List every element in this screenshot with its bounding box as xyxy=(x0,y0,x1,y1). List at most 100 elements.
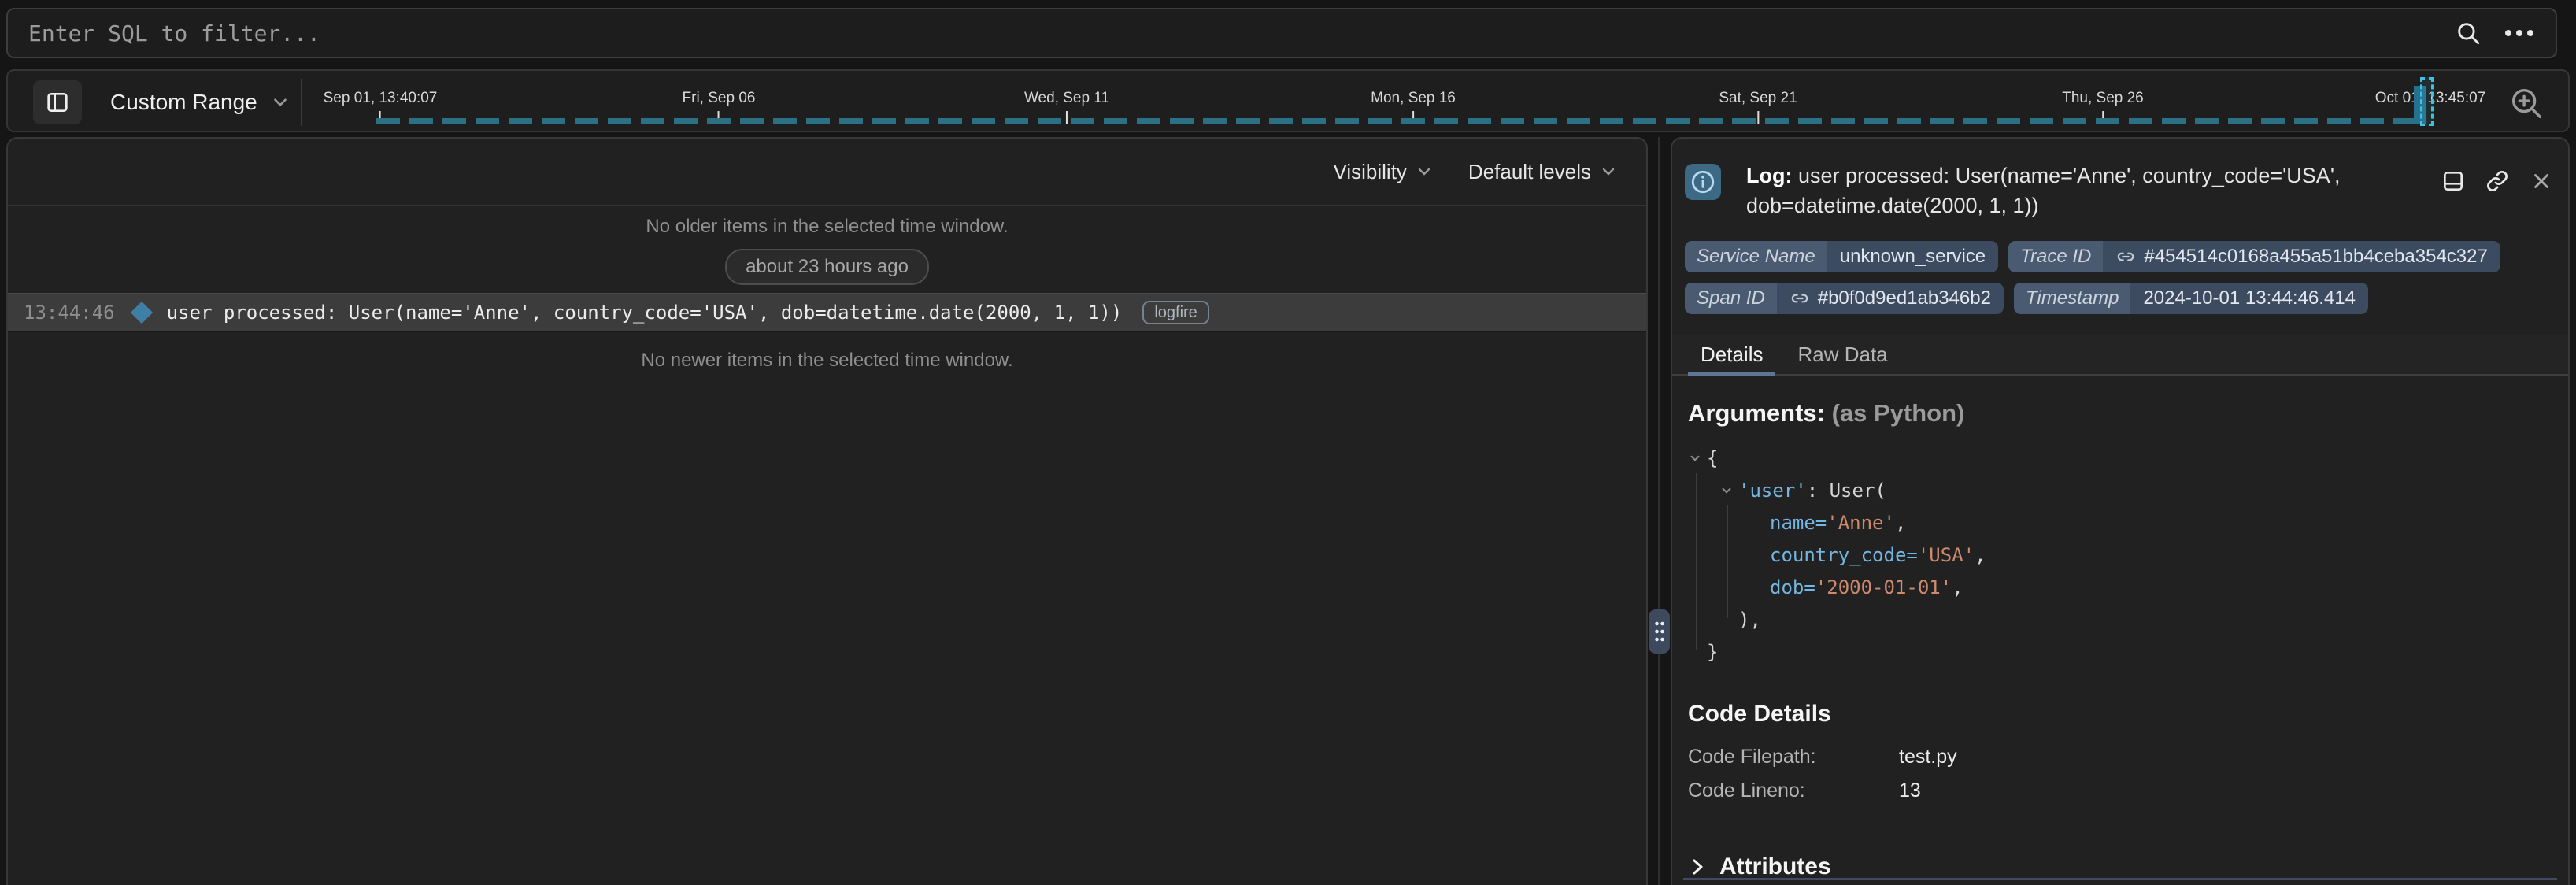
code-detail-value: test.py xyxy=(1899,746,1957,768)
span-badge[interactable]: Timestamp2024-10-01 13:44:46.414 xyxy=(2014,283,2368,314)
timeline-histogram-baseline xyxy=(376,118,2414,124)
default-levels-dropdown[interactable]: Default levels xyxy=(1468,160,1618,184)
span-badge[interactable]: Service Nameunknown_service xyxy=(1685,241,1998,272)
detail-content: Arguments: (as Python) {'user': User(nam… xyxy=(1685,376,2556,880)
chevron-down-icon xyxy=(270,92,291,113)
code-segment-string: 'USA' xyxy=(1918,544,1975,566)
time-range-selector[interactable]: Custom Range xyxy=(110,71,291,134)
timeline-tick-label: Wed, Sep 11 xyxy=(1024,90,1109,107)
sql-filter-input[interactable]: Enter SQL to filter... xyxy=(6,8,2557,58)
code-segment-key: name= xyxy=(1770,512,1827,534)
time-ago-pill[interactable]: about 23 hours ago xyxy=(725,249,929,285)
chevron-down-icon xyxy=(1599,162,1618,181)
visibility-dropdown[interactable]: Visibility xyxy=(1333,160,1433,184)
timeline-selection-region[interactable] xyxy=(2420,77,2434,126)
section-divider xyxy=(1683,878,2557,880)
code-line: { xyxy=(1688,442,2556,474)
code-line: country_code='USA', xyxy=(1688,539,2556,571)
log-row[interactable]: 13:44:46 user processed: User(name='Anne… xyxy=(8,293,1646,332)
code-details-rows: Code Filepath:test.pyCode Lineno:13 xyxy=(1688,740,2556,808)
sidebar-toggle-button[interactable] xyxy=(33,80,82,124)
default-levels-label: Default levels xyxy=(1468,160,1591,184)
close-icon[interactable] xyxy=(2527,167,2556,195)
span-badges: Service Nameunknown_service Trace ID#4545… xyxy=(1685,241,2535,314)
splitter-grip-handle[interactable] xyxy=(1649,609,1670,654)
indent-guide xyxy=(1696,473,1697,650)
span-badge[interactable]: Span ID#b0f0d9ed1ab346b2 xyxy=(1685,283,2004,314)
code-segment-punct: , xyxy=(1895,512,1906,534)
dock-bottom-icon[interactable] xyxy=(2439,167,2467,195)
tab-raw-data[interactable]: Raw Data xyxy=(1780,335,1904,374)
code-line: 'user': User( xyxy=(1688,474,2556,506)
detail-title-prefix: Log: xyxy=(1746,164,1792,187)
log-row-message: user processed: User(name='Anne', countr… xyxy=(167,302,1123,324)
arguments-subheading: (as Python) xyxy=(1832,399,1965,427)
log-list-body: No older items in the selected time wind… xyxy=(8,216,1646,372)
tree-collapse-chevron-icon[interactable] xyxy=(1688,451,1707,465)
timeline-tick-label: Sep 01, 13:40:07 xyxy=(324,90,438,107)
code-segment-key: country_code= xyxy=(1770,544,1918,566)
copy-link-icon[interactable] xyxy=(2483,167,2511,195)
code-detail-row: Code Lineno:13 xyxy=(1688,774,2556,808)
code-segment-punct: , xyxy=(1952,576,1963,598)
sql-filter-placeholder: Enter SQL to filter... xyxy=(28,20,2455,46)
code-segment-string: '2000-01-01' xyxy=(1815,576,1952,598)
code-segment-string: 'Anne' xyxy=(1827,512,1895,534)
timeline-tick-label: Sat, Sep 21 xyxy=(1719,90,1797,107)
splitter-line xyxy=(1658,137,1660,885)
code-segment-key: dob= xyxy=(1770,576,1815,598)
search-icon[interactable] xyxy=(2455,20,2482,46)
top-bar: Enter SQL to filter... xyxy=(0,0,2576,68)
code-line: } xyxy=(1688,635,2556,668)
timeline-tick-label: Fri, Sep 06 xyxy=(683,90,756,107)
log-row-timestamp: 13:44:46 xyxy=(24,302,115,324)
logfire-app: Enter SQL to filter... xyxy=(0,0,2576,885)
badge-value: unknown_service xyxy=(1827,241,1998,272)
code-segment-punct: : User( xyxy=(1807,480,1886,502)
panel-splitter[interactable] xyxy=(1648,137,1671,885)
attributes-section-toggle[interactable]: Attributes xyxy=(1688,854,2556,880)
log-list-panel: Visibility Default levels No older items… xyxy=(6,137,1648,885)
more-options-icon[interactable] xyxy=(2504,28,2535,38)
chevron-right-icon xyxy=(1688,856,1707,878)
log-row-tag[interactable]: logfire xyxy=(1142,301,1208,324)
span-badge[interactable]: Trace ID#454514c0168a455a51bb4ceba354c32… xyxy=(2008,241,2500,272)
code-line: dob='2000-01-01', xyxy=(1688,571,2556,603)
log-list-header: Visibility Default levels xyxy=(8,139,1646,206)
badge-label: Service Name xyxy=(1685,241,1827,272)
badge-value: #b0f0d9ed1ab346b2 xyxy=(1777,283,2004,314)
code-details-heading: Code Details xyxy=(1688,701,2556,728)
arguments-heading: Arguments: (as Python) xyxy=(1688,399,2556,428)
log-detail-panel: Log: user processed: User(name='Anne', c… xyxy=(1671,137,2570,885)
badge-value: 2024-10-01 13:44:46.414 xyxy=(2130,283,2368,314)
main-area: Visibility Default levels No older items… xyxy=(0,137,2576,885)
link-icon xyxy=(1790,288,1810,309)
tab-details[interactable]: Details xyxy=(1683,335,1780,374)
code-segment-punct: { xyxy=(1707,447,1718,469)
timeline-bar: Custom Range Sep 01, 13:40:07 Fri, Sep 06… xyxy=(6,69,2570,132)
detail-header: Log: user processed: User(name='Anne', c… xyxy=(1685,161,2556,220)
indent-guide xyxy=(1727,505,1728,618)
timeline-tick-label: Mon, Sep 16 xyxy=(1371,90,1456,107)
code-detail-label: Code Lineno: xyxy=(1688,779,1899,802)
badge-label: Timestamp xyxy=(2014,283,2130,314)
tree-collapse-chevron-icon[interactable] xyxy=(1719,483,1738,498)
drag-grip-icon xyxy=(1653,620,1666,643)
timeline-divider xyxy=(301,79,302,126)
no-newer-items-text: No newer items in the selected time wind… xyxy=(8,350,1646,372)
attributes-heading-label: Attributes xyxy=(1719,854,1831,880)
code-detail-row: Code Filepath:test.py xyxy=(1688,740,2556,774)
detail-tabs: DetailsRaw Data xyxy=(1672,335,2568,376)
code-line: ), xyxy=(1688,603,2556,635)
visibility-label: Visibility xyxy=(1333,160,1406,184)
arguments-code-block: {'user': User(name='Anne',country_code='… xyxy=(1688,442,2556,668)
code-segment-key: 'user' xyxy=(1738,480,1807,502)
log-level-diamond-icon xyxy=(130,302,152,324)
detail-title-message: user processed: User(name='Anne', countr… xyxy=(1746,164,2340,217)
time-range-label: Custom Range xyxy=(110,90,257,115)
timeline-tick-label: Thu, Sep 26 xyxy=(2062,90,2144,107)
badge-value: #454514c0168a455a51bb4ceba354c327 xyxy=(2103,241,2500,272)
code-segment-punct: } xyxy=(1707,641,1718,663)
zoom-in-icon[interactable] xyxy=(2507,83,2546,123)
code-line: name='Anne', xyxy=(1688,506,2556,539)
